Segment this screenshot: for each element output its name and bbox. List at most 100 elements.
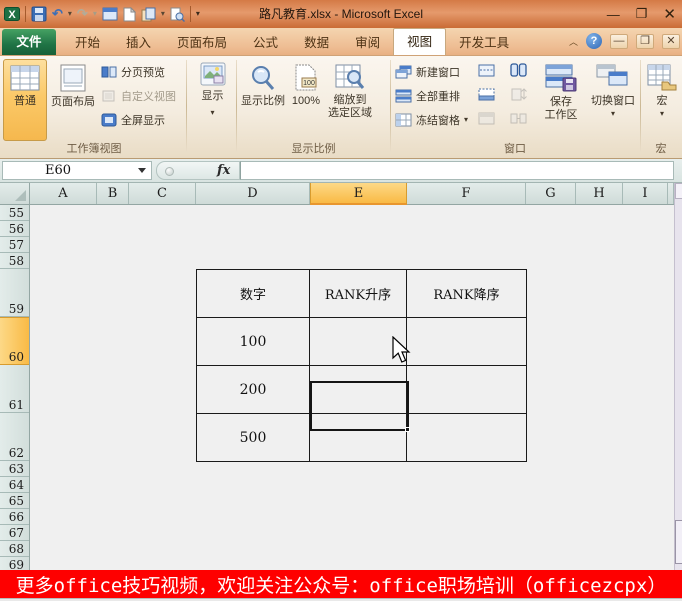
unhide-window-icon (478, 112, 495, 124)
group-separator (640, 60, 641, 152)
column-header-I[interactable]: I (623, 183, 668, 204)
row-header-57[interactable]: 57 (0, 237, 29, 253)
fill-handle[interactable] (405, 427, 410, 432)
worksheet-area[interactable]: 55 56 57 58 59 60 61 62 63 64 65 66 67 6… (0, 183, 682, 573)
data-table: 数字 RANK升序 RANK降序 100 200 500 (196, 269, 527, 462)
page-layout-view-label: 页面布局 (51, 96, 95, 108)
show-dropdown-icon: ▾ (210, 108, 215, 117)
name-box-dropdown-icon[interactable] (138, 168, 146, 173)
row-header-68[interactable]: 68 (0, 541, 29, 557)
promo-banner: 更多office技巧视频，欢迎关注公众号：office职场培训（officezc… (0, 570, 682, 598)
tab-home[interactable]: 开始 (62, 31, 113, 55)
row-header-column: 55 56 57 58 59 60 61 62 63 64 65 66 67 6… (0, 205, 30, 573)
row-header-64[interactable]: 64 (0, 477, 29, 493)
formula-input[interactable] (240, 161, 674, 180)
full-screen-button[interactable]: 全屏显示 (101, 110, 165, 130)
switch-windows-button[interactable]: 切换窗口 ▾ (588, 59, 638, 141)
tab-formulas[interactable]: 公式 (240, 31, 291, 55)
tab-developer[interactable]: 开发工具 (446, 31, 522, 55)
formula-bar-controls: fx (156, 161, 240, 180)
minimize-button[interactable]: — (607, 7, 620, 22)
row-header-62[interactable]: 62 (0, 413, 29, 461)
row-header-66[interactable]: 66 (0, 509, 29, 525)
insert-function-icon[interactable]: fx (217, 163, 230, 178)
cell-E59[interactable]: RANK升序 (310, 270, 407, 318)
tab-file[interactable]: 文件 (2, 29, 56, 55)
workbook-restore-button[interactable]: ❐ (636, 33, 654, 49)
new-window-button[interactable]: 新建窗口 (395, 62, 460, 82)
column-header-A[interactable]: A (30, 183, 97, 204)
column-header-G[interactable]: G (526, 183, 576, 204)
workbook-close-button[interactable]: ✕ (662, 33, 680, 49)
name-box[interactable]: E60 (2, 161, 152, 180)
column-header-F[interactable]: F (407, 183, 526, 204)
group-label-window: 窗口 (504, 143, 526, 155)
cell-D60[interactable]: 100 (197, 318, 310, 366)
row-header-58[interactable]: 58 (0, 253, 29, 269)
active-cell-selection (310, 381, 410, 432)
row-header-56[interactable]: 56 (0, 221, 29, 237)
custom-views-button: 自定义视图 (101, 86, 176, 106)
row-header-63[interactable]: 63 (0, 461, 29, 477)
vertical-scrollbar[interactable] (674, 183, 682, 570)
row-header-55[interactable]: 55 (0, 205, 29, 221)
column-header-C[interactable]: C (129, 183, 196, 204)
group-separator (186, 60, 187, 152)
view-side-by-side-button[interactable] (509, 61, 528, 79)
full-screen-icon (101, 113, 117, 127)
column-header-B[interactable]: B (97, 183, 129, 204)
cell-D59[interactable]: 数字 (197, 270, 310, 318)
freeze-panes-button[interactable]: 冻结窗格 ▾ (395, 110, 468, 130)
cell-D62[interactable]: 500 (197, 414, 310, 462)
save-workspace-button[interactable]: 保存 工作区 (538, 59, 584, 141)
arrange-all-button[interactable]: 全部重排 (395, 86, 460, 106)
column-header-H[interactable]: H (576, 183, 623, 204)
svg-text:100: 100 (303, 80, 315, 87)
page-layout-view-button[interactable]: 页面布局 (49, 59, 97, 141)
cell-F62[interactable] (407, 414, 526, 462)
tab-page-layout[interactable]: 页面布局 (164, 31, 240, 55)
cell-F59[interactable]: RANK降序 (407, 270, 526, 318)
window-title: 路凡教育.xlsx - Microsoft Excel (258, 7, 424, 21)
tab-review[interactable]: 审阅 (342, 31, 393, 55)
row-header-65[interactable]: 65 (0, 493, 29, 509)
cell-F60[interactable] (407, 318, 526, 366)
cell-F61[interactable] (407, 366, 526, 414)
maximize-button[interactable]: ❐ (636, 6, 648, 22)
scrollbar-thumb[interactable] (675, 520, 682, 564)
tab-data[interactable]: 数据 (291, 31, 342, 55)
tab-view[interactable]: 视图 (393, 28, 447, 55)
row-header-67[interactable]: 67 (0, 525, 29, 541)
show-icon (200, 62, 225, 86)
zoom-100-button[interactable]: 100 100% (288, 59, 324, 141)
macros-button[interactable]: 宏 ▾ (645, 59, 679, 141)
page-break-preview-button[interactable]: 分页预览 (101, 62, 165, 82)
workbook-minimize-button[interactable]: — (610, 33, 628, 49)
zoom-to-selection-button[interactable]: 缩放到 选定区域 (324, 59, 376, 141)
custom-views-label: 自定义视图 (121, 91, 176, 103)
tab-insert[interactable]: 插入 (113, 31, 164, 55)
cell-D61[interactable]: 200 (197, 366, 310, 414)
select-all-corner[interactable] (0, 183, 30, 204)
macros-dropdown-icon: ▾ (659, 109, 664, 118)
split-button[interactable] (477, 61, 496, 79)
formula-options-icon (165, 167, 174, 176)
zoom-100-icon: 100 (295, 64, 317, 91)
page-layout-view-icon (60, 64, 86, 92)
hide-window-button[interactable] (477, 85, 496, 103)
close-button[interactable]: ✕ (663, 5, 676, 23)
switch-windows-label: 切换窗口 (591, 95, 635, 107)
row-header-61[interactable]: 61 (0, 365, 29, 413)
normal-view-button[interactable]: 普通 (3, 59, 47, 141)
column-header-D[interactable]: D (196, 183, 310, 204)
promo-banner-text: 更多office技巧视频，欢迎关注公众号：office职场培训（officezc… (15, 574, 667, 597)
row-header-60[interactable]: 60 (0, 317, 29, 365)
group-label-zoom: 显示比例 (291, 143, 336, 155)
show-dropdown-button[interactable]: 显示 ▾ (191, 59, 234, 155)
collapse-ribbon-icon[interactable]: ︿ (569, 35, 578, 48)
help-icon[interactable]: ? (586, 33, 602, 49)
row-header-59[interactable]: 59 (0, 269, 29, 317)
zoom-button[interactable]: 显示比例 (238, 59, 288, 141)
column-header-E[interactable]: E (310, 183, 407, 205)
scroll-up-icon[interactable] (675, 183, 682, 199)
